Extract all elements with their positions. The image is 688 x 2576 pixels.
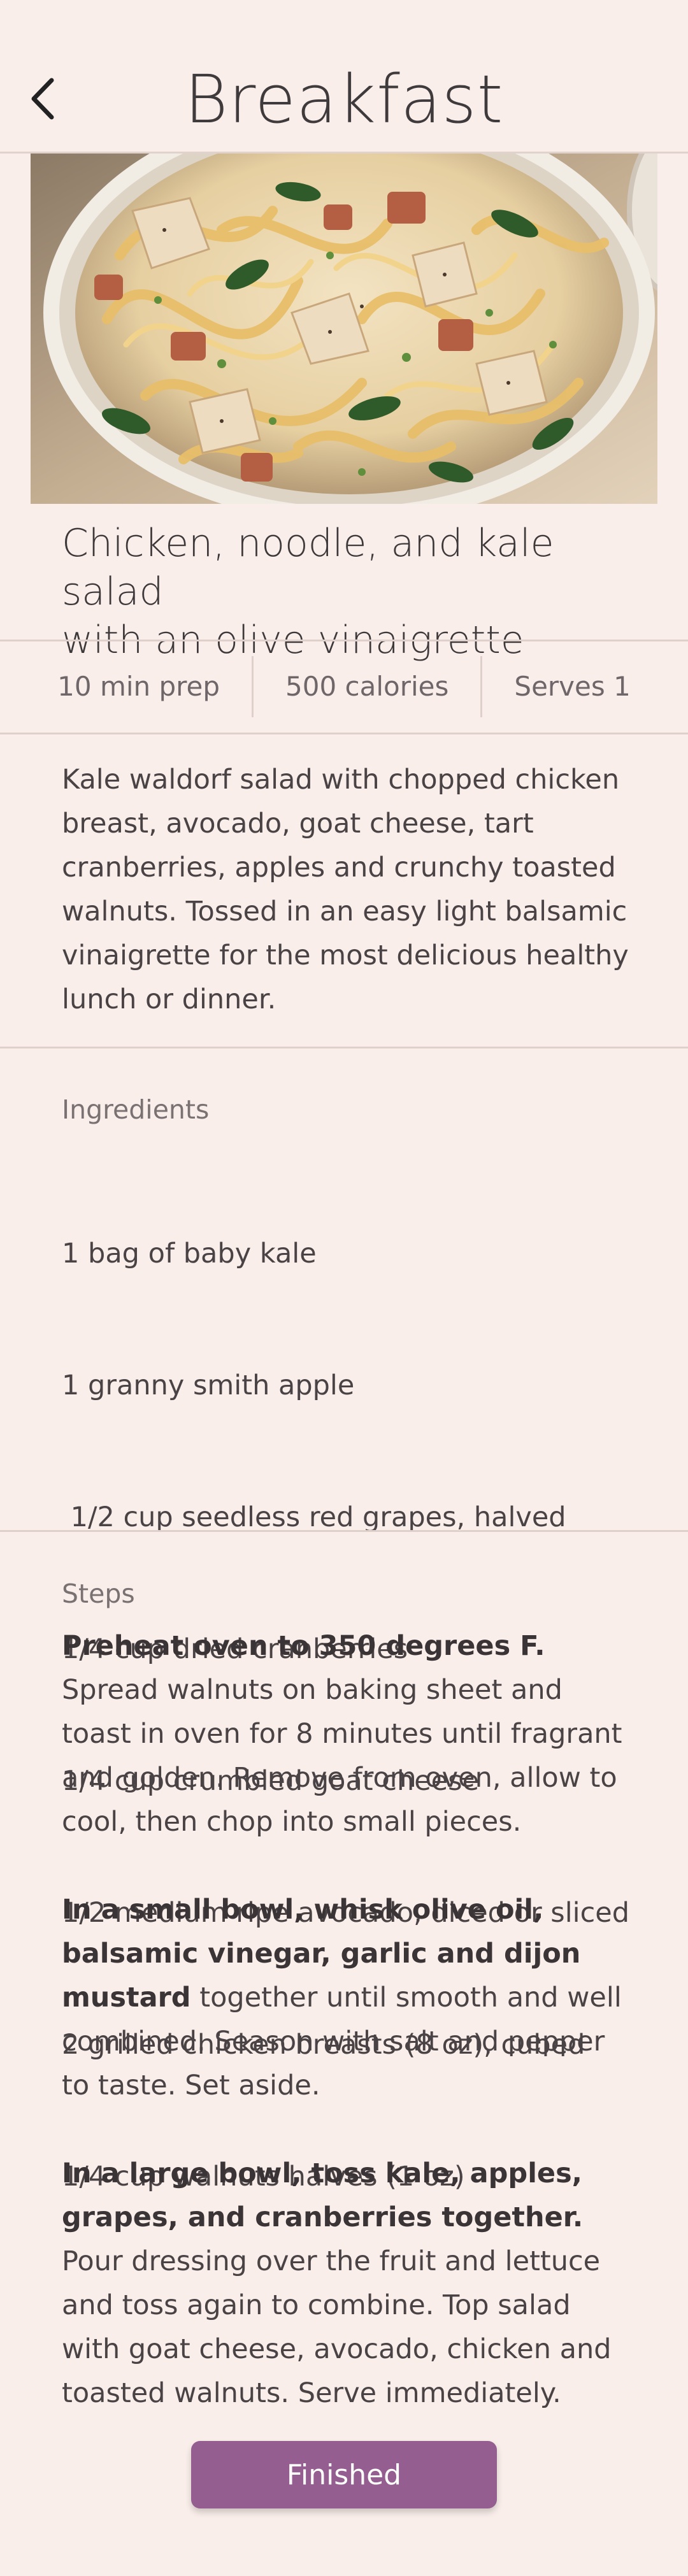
recipe-description: Kale waldorf salad with chopped chicken …	[62, 764, 629, 1015]
step-item: In a small bowl, whisk olive oil, balsam…	[62, 1888, 635, 2108]
step-item: In a large bowl, toss kale, apples, grap…	[62, 2152, 635, 2415]
divider	[0, 1047, 688, 1048]
step-text: Spread walnuts on baking sheet and toast…	[62, 1674, 622, 1838]
steps-label: Steps	[62, 1578, 135, 1609]
finished-button[interactable]: Finished	[191, 2441, 497, 2508]
servings: Serves 1	[514, 671, 631, 702]
recipe-title-line-1: Chicken, noodle, and kale salad	[62, 521, 554, 614]
ingredient-item: 1 bag of baby kale	[62, 1238, 317, 1270]
step-text: Pour dressing over the fruit and lettuce…	[62, 2245, 612, 2409]
app-header: Breakfast	[0, 0, 688, 152]
divider	[0, 733, 688, 734]
prep-time: 10 min prep	[57, 671, 220, 702]
steps-list: Preheat oven to 350 degrees F. Spread wa…	[62, 1624, 635, 2459]
step-heading: Preheat oven to 350 degrees F.	[62, 1630, 545, 1662]
step-item: Preheat oven to 350 degrees F. Spread wa…	[62, 1624, 635, 1844]
calories: 500 calories	[285, 671, 449, 702]
step-heading: In a large bowl, toss kale, apples, grap…	[62, 2157, 584, 2233]
page-title: Breakfast	[184, 61, 504, 138]
recipe-photo	[31, 154, 657, 504]
ingredient-item: 1/2 cup seedless red grapes, halved	[62, 1501, 566, 1533]
ingredient-item: 1 granny smith apple	[62, 1370, 355, 1401]
ingredients-label: Ingredients	[62, 1094, 210, 1125]
recipe-stats: 10 min prep 500 calories Serves 1	[0, 641, 688, 733]
divider	[0, 1530, 688, 1532]
